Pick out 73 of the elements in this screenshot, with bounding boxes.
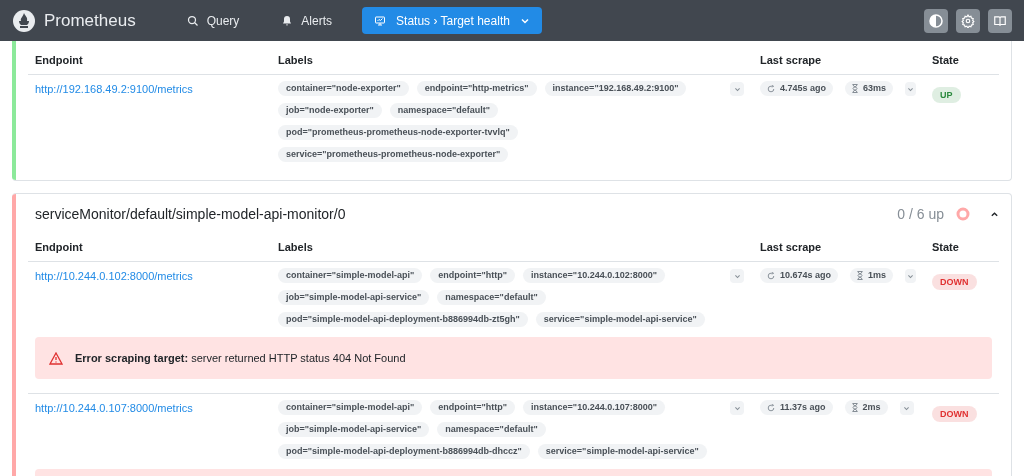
last-scrape-badge: 4.745s ago [760, 81, 834, 96]
gear-icon [961, 13, 975, 28]
flame-logo-icon [12, 8, 36, 33]
column-header: Endpoint [34, 53, 84, 69]
documentation-button[interactable] [988, 8, 1012, 33]
nav-tab[interactable]: Status › Target health [362, 7, 542, 34]
state-badge: DOWN [932, 406, 977, 422]
last-scrape-badge: 10.674s ago [760, 268, 839, 283]
label-badge: namespace="default" [437, 422, 546, 437]
expand-scrape-details-button[interactable] [905, 269, 916, 283]
label-badge: service="simple-model-api-service" [535, 312, 705, 327]
theme-toggle-button[interactable] [924, 8, 948, 33]
endpoint-link[interactable]: http://10.244.0.102:8000/metrics [28, 268, 200, 284]
chevron-up-icon [989, 209, 999, 219]
label-badge: service="simple-model-api-service" [537, 444, 707, 459]
scrape-duration-badge: 63ms [845, 81, 894, 96]
label-badge: pod="simple-model-api-deployment-b886994db-zt5gh" [278, 312, 528, 327]
nav-tab[interactable]: Alerts [273, 7, 341, 34]
expand-labels-button[interactable] [730, 401, 744, 415]
label-badge: pod="simple-model-api-deployment-b886994db-dhccz" [278, 444, 530, 459]
label-badge: pod="prometheus-prometheus-node-exporter-tvvlq" [278, 125, 518, 140]
scrape-duration-badge: 1ms [850, 268, 894, 283]
bell-icon [281, 14, 294, 27]
settings-button[interactable] [956, 8, 980, 33]
label-badge: job="node-exporter" [278, 103, 382, 118]
label-badge: container="node-exporter" [278, 81, 409, 96]
label-badge: namespace="default" [437, 290, 546, 305]
chevron-down-icon [733, 404, 741, 412]
column-header: Last scrape [759, 53, 823, 69]
column-header: Endpoint [34, 240, 84, 256]
contrast-icon [929, 13, 943, 28]
label-badge: job="simple-model-api-service" [278, 422, 430, 437]
column-header: Labels [277, 53, 314, 69]
warning-icon [49, 351, 63, 365]
endpoint-link[interactable]: http://10.244.0.107:8000/metrics [28, 400, 200, 416]
chevron-down-icon [733, 85, 741, 93]
label-badge: job="simple-model-api-service" [278, 290, 430, 305]
expand-scrape-details-button[interactable] [905, 82, 916, 96]
label-badge: service="prometheus-prometheus-node-exporter" [278, 147, 509, 162]
column-header: Last scrape [759, 240, 823, 256]
label-badge: container="simple-model-api" [278, 400, 423, 415]
brand-name: Prometheus [44, 9, 136, 32]
endpoint-link[interactable]: http://192.168.49.2:9100/metrics [28, 81, 200, 97]
chevron-down-icon [907, 85, 915, 93]
pool-title: serviceMonitor/default/simple-model-api-monitor/0 [35, 204, 346, 224]
expand-labels-button[interactable] [730, 82, 744, 96]
column-header: State [931, 53, 960, 69]
book-icon [993, 13, 1007, 28]
search-icon [186, 14, 199, 27]
label-badge: endpoint="http" [430, 268, 516, 283]
state-badge: DOWN [932, 274, 977, 290]
state-badge: UP [932, 87, 961, 103]
chevron-down-icon [903, 404, 911, 412]
error-message: Error scraping target: server returned HTTP status 404 Not Found [75, 350, 406, 366]
label-badge: instance="10.244.0.107:8000" [523, 400, 665, 415]
nav-tab[interactable]: Query [178, 7, 248, 34]
column-header: Labels [277, 240, 314, 256]
column-header: State [931, 240, 960, 256]
label-badge: endpoint="http" [430, 400, 516, 415]
label-badge: container="simple-model-api" [278, 268, 423, 283]
scrape-duration-badge: 2ms [844, 400, 888, 415]
expand-scrape-details-button[interactable] [899, 401, 914, 415]
label-badge: namespace="default" [389, 103, 499, 118]
label-badge: endpoint="http-metrics" [416, 81, 537, 96]
label-badge: instance="192.168.49.2:9100" [544, 81, 687, 96]
chevron-down-icon [733, 272, 741, 280]
chevron-down-icon [907, 272, 915, 280]
up-count: 0 / 6 up [897, 204, 944, 224]
health-ring-icon [956, 207, 970, 221]
monitor-icon [374, 14, 387, 27]
label-badge: instance="10.244.0.102:8000" [523, 268, 665, 283]
expand-labels-button[interactable] [730, 269, 744, 283]
last-scrape-badge: 11.37s ago [760, 400, 833, 415]
